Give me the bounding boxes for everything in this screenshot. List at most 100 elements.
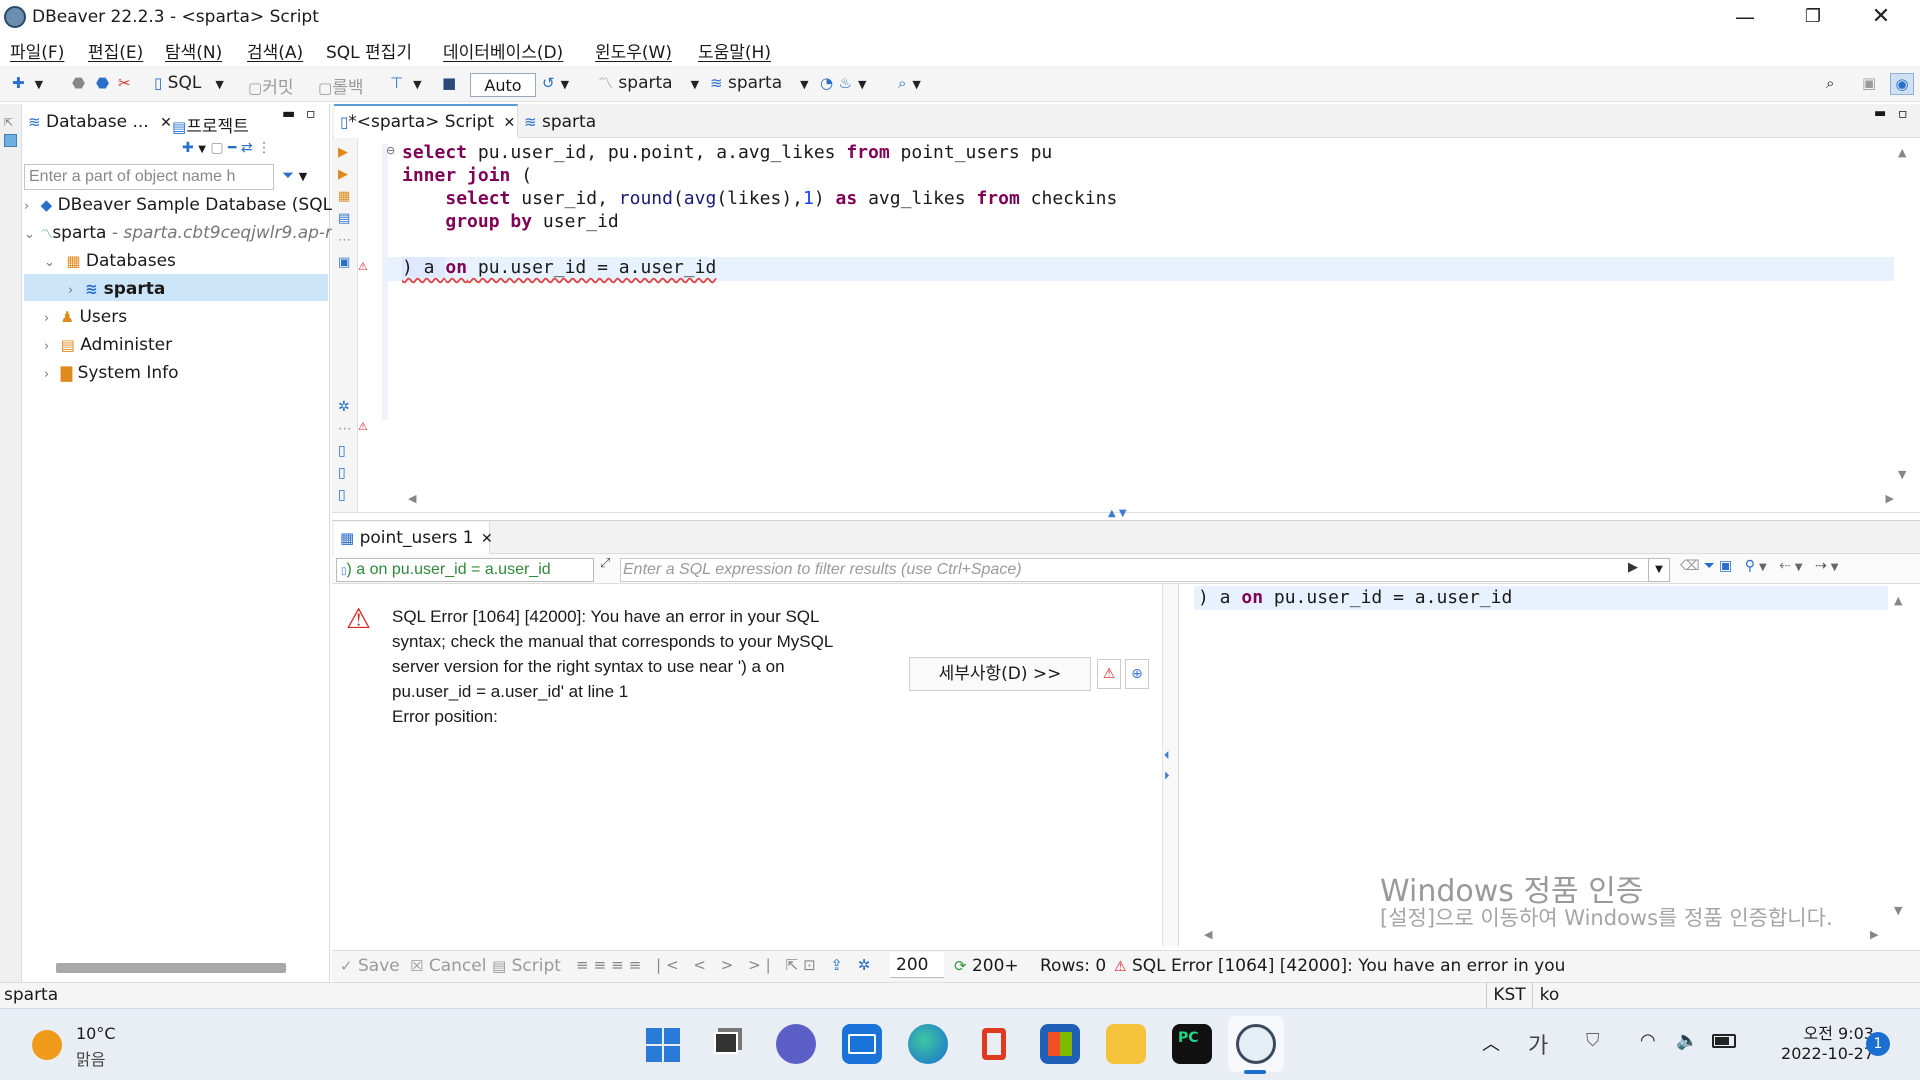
sql-panel-scroll-right[interactable]: ▶ [1870,928,1878,941]
start-icon[interactable] [646,1028,680,1062]
menu-help[interactable]: 도움말(H) [698,38,771,63]
menu-search[interactable]: 검색(A) [247,38,303,63]
history-icon[interactable]: ↺ ▼ [542,73,569,94]
navigator-toolbar-icons[interactable]: ✚ ▼ ▢ ━ ⇄ ⋮ [182,140,271,156]
tab-database-navigator[interactable]: ≋ Database ... ✕ [28,112,172,132]
pycharm-icon[interactable]: PC [1172,1024,1212,1064]
ime-indicator[interactable]: 가 [1528,1028,1548,1060]
weather-sun-icon[interactable] [32,1030,62,1060]
maximize-editor-icon[interactable]: ▫ [1898,106,1908,122]
tab-sparta[interactable]: ≋ sparta [524,112,596,132]
script-button[interactable]: ▤ Script [492,956,561,976]
query-label[interactable]: ▯) a on pu.user_id = a.user_id [336,558,594,582]
wifi-icon[interactable]: ◠ [1640,1030,1656,1051]
code-line-3[interactable]: select user_id, round(avg(likes),1) as a… [402,188,1117,209]
weather-condition[interactable]: 맑음 [76,1046,105,1070]
save-button[interactable]: ✓ Save [340,956,400,976]
menu-edit[interactable]: 편집(E) [88,38,143,63]
minimize-editor-icon[interactable]: ▬ [1874,106,1886,121]
details-button[interactable]: 세부사항(D) >> [909,657,1091,691]
execute-plan-icon[interactable]: ◔ ♨ ▼ [820,73,866,94]
search-tool-icon[interactable]: ⌕ ▼ [898,73,921,94]
tree-item-system-info[interactable]: › ▇ System Info [44,363,179,383]
weather-temperature[interactable]: 10°C [76,1024,116,1043]
menu-window[interactable]: 윈도우(W) [595,38,672,63]
code-line-2[interactable]: inner join ( [402,165,532,186]
code-line-1[interactable]: select pu.user_id, pu.point, a.avg_likes… [402,142,1052,163]
notification-badge[interactable]: 1 [1866,1032,1890,1056]
sql-panel-scroll-down[interactable]: ▼ [1894,904,1902,917]
editor-side-tools-lower[interactable]: ✲ ⋯ ▯ ▯ ▯ [338,396,352,506]
task-view-icon[interactable] [708,1024,748,1064]
invalidate-icon[interactable]: ⬣ [96,73,109,93]
minimize-panel-icon[interactable]: ▬ [282,106,295,122]
search-error-button[interactable]: ⊕ [1125,659,1149,689]
restore-icon[interactable]: ⇱ [4,116,13,129]
edge-browser-icon[interactable] [908,1024,948,1064]
tree-item-sparta-connection[interactable]: ⌄ 〽sparta - sparta.cbt9ceqjwlr9.ap-r [24,223,332,243]
vpn-icon[interactable]: ⛉ [1586,1030,1600,1051]
global-search-icon[interactable]: ⌕ [1826,73,1834,93]
new-connection-icon[interactable]: ✚ ▼ [12,73,43,94]
sql-panel-scroll-up[interactable]: ▲ [1894,594,1902,607]
auto-commit-mode[interactable]: Auto [470,73,536,97]
menu-navigate[interactable]: 탐색(N) [165,38,222,63]
code-line-6[interactable]: ) a on pu.user_id = a.user_id [402,257,716,278]
error-sql-text[interactable]: ) a on pu.user_id = a.user_id [1198,587,1512,608]
maximize-panel-icon[interactable]: ▫ [306,106,316,122]
sql-editor-button[interactable]: ▯ SQL ▼ [154,73,224,94]
menu-sql-editor[interactable]: SQL 편집기 [326,38,412,63]
show-hidden-icons[interactable]: ︿ [1482,1030,1500,1056]
cancel-button[interactable]: ☒ Cancel [410,956,486,976]
close-button[interactable]: ✕ [1852,0,1910,34]
tree-item-databases[interactable]: ⌄ ▦ Databases [44,251,176,271]
navigator-icon[interactable] [4,134,17,147]
tree-item-users[interactable]: › ♟ Users [44,307,127,327]
office-icon[interactable] [974,1024,1014,1064]
navigator-hscrollbar[interactable] [56,963,286,973]
lock-icon[interactable]: ■ [442,73,456,93]
row-edit-tools[interactable]: ≡≡≡≡ |< < > >| ⇱⊡ ⇪ ✲ [576,956,875,974]
rollback-button[interactable]: ▢롤백 [318,73,363,98]
dbeaver-perspective-icon[interactable]: ◉ [1890,73,1914,95]
navigator-filter-input[interactable]: Enter a part of object name h [24,164,274,190]
tree-item-administer[interactable]: › ▤ Administer [44,335,172,355]
clock-date[interactable]: 2022-10-27 [1756,1044,1874,1063]
editor-hscrollbar[interactable]: ◀ ▶ [400,490,1894,508]
battery-icon[interactable] [1712,1034,1736,1048]
commit-button[interactable]: ▢커밋 [248,73,293,98]
tab-project[interactable]: ▤프로젝트 [172,112,249,137]
dbeaver-taskbar-icon[interactable] [1236,1024,1276,1064]
chat-icon[interactable] [776,1024,816,1064]
restore-button[interactable]: ❐ [1784,0,1842,34]
minimize-button[interactable]: — [1716,0,1774,34]
tree-item-sample-database[interactable]: › ◆ DBeaver Sample Database (SQLi [24,195,337,215]
filter-config-icon[interactable]: ⏷ ▼ [282,166,307,184]
results-filter-input[interactable]: Enter a SQL expression to filter results… [620,558,1654,582]
sql-panel-scroll-left[interactable]: ◀ [1204,928,1212,941]
editor-side-tools[interactable]: ▶ ▶ ▦ ▤ ⋯ ▣ [338,142,351,274]
menu-file[interactable]: 파일(F) [10,38,64,63]
file-explorer-icon[interactable] [1106,1024,1146,1064]
datasource-selector[interactable]: 〽 sparta ▼ [598,73,699,94]
fetch-more-button[interactable]: ⟳ 200+ [954,956,1019,976]
fetch-size-input[interactable]: 200 [890,952,944,978]
apply-filter-icon[interactable]: ▶ [1628,560,1638,575]
sash-toggle-icon[interactable]: ▲ ▼ [1108,508,1127,519]
expand-filter-icon[interactable]: ⤢ [600,556,610,571]
mail-icon[interactable] [842,1024,882,1064]
editor-vscrollbar[interactable]: ▲ ▼ [1894,140,1914,490]
filter-history-dropdown[interactable]: ▼ [1648,558,1670,582]
error-log-button[interactable]: ⚠ [1097,659,1121,689]
fold-toggle-icon[interactable]: ⊖ [386,144,395,157]
disconnect-icon[interactable]: ✂ [118,73,131,93]
schema-selector[interactable]: ≋ sparta ▼ [710,73,809,94]
code-line-4[interactable]: group by user_id [402,211,618,232]
filter-tools-icons[interactable]: ⌫⏷▣ ⚲▼ ⇠▼ ⇢▼ [1680,558,1842,574]
menu-database[interactable]: 데이터베이스(D) [443,38,563,63]
tree-item-sparta-schema[interactable]: › ≋ sparta [68,279,165,299]
clock-time[interactable]: 오전 9:03 [1770,1020,1874,1044]
connect-icon[interactable]: ⬣ [72,73,85,93]
volume-icon[interactable]: 🔈 [1676,1030,1698,1051]
panels-toggle-icon[interactable]: ⏴ ⏵ [1164,746,1170,786]
